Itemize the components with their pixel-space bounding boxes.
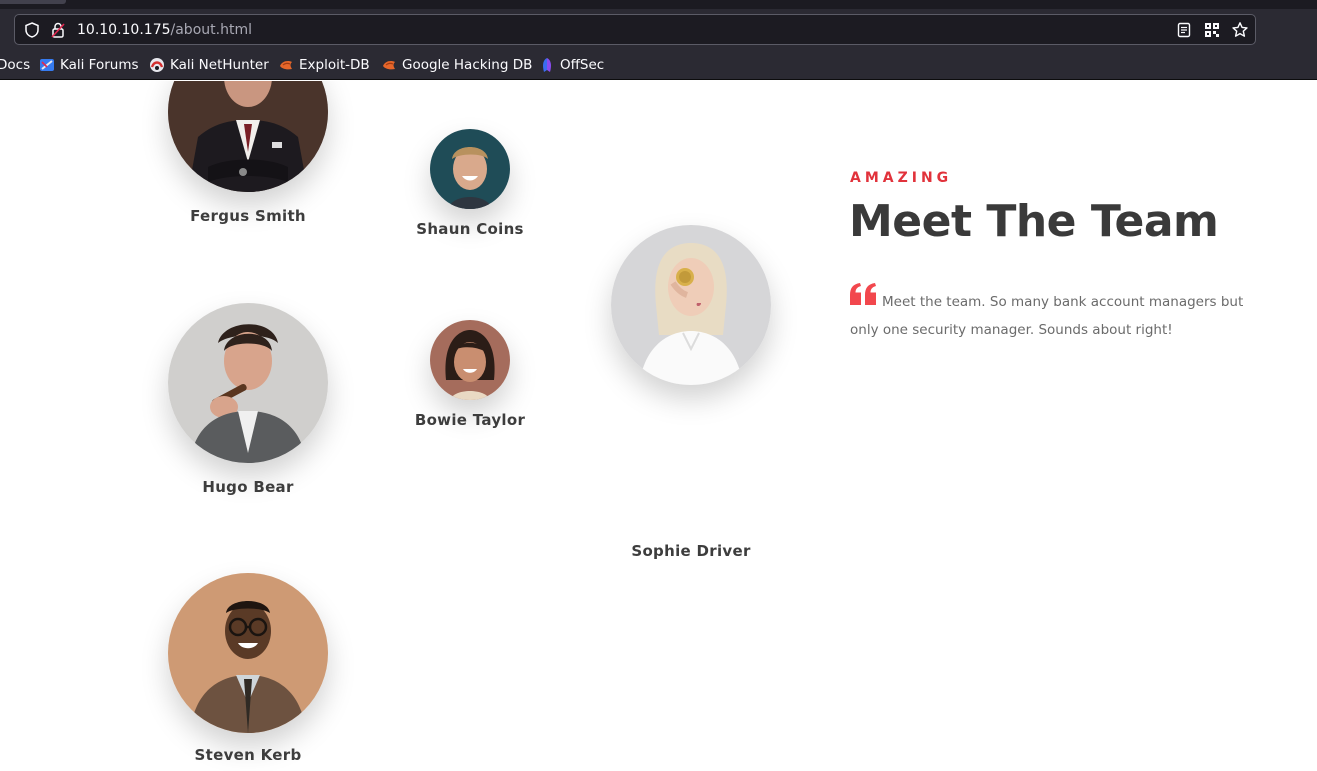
avatar [430, 320, 510, 400]
bookmark-kali-nethunter[interactable]: Kali NetHunter [149, 56, 269, 74]
bookmark-star-icon[interactable] [1231, 21, 1249, 39]
team-description: Meet the team. So many bank account mana… [850, 294, 1244, 338]
section-subheading: AMAZING [850, 170, 953, 186]
tracking-shield-icon[interactable] [23, 21, 41, 39]
team-member-steven-kerb: Steven Kerb [168, 573, 328, 771]
bookmarks-toolbar: Docs Kali Forums Kali NetHunter Exploit-… [0, 49, 1317, 80]
url-path: /about.html [170, 22, 252, 38]
member-name: Bowie Taylor [414, 411, 526, 429]
member-name: Steven Kerb [194, 746, 302, 764]
kali-nethunter-icon [150, 58, 164, 72]
bookmark-exploit-db[interactable]: Exploit-DB [278, 56, 370, 74]
url-text[interactable]: 10.10.10.175/about.html [77, 21, 252, 39]
bookmark-kali-forums[interactable]: Kali Forums [39, 56, 139, 74]
tab-strip [0, 0, 1317, 9]
bookmark-label: Kali NetHunter [170, 57, 269, 73]
avatar [168, 81, 328, 192]
avatar [168, 573, 328, 733]
member-name: Sophie Driver [631, 542, 751, 560]
bookmark-label: OffSec [560, 57, 605, 73]
bookmark-google-hacking-db[interactable]: Google Hacking DB [381, 56, 532, 74]
qr-code-icon[interactable] [1203, 21, 1221, 39]
avatar [611, 225, 771, 385]
address-bar[interactable]: 10.10.10.175/about.html [14, 14, 1256, 45]
team-member-bowie-taylor: Bowie Taylor [415, 320, 525, 440]
bookmark-label: Exploit-DB [299, 57, 370, 73]
avatar [430, 129, 510, 209]
avatar [168, 303, 328, 463]
active-tab[interactable] [0, 0, 66, 4]
bookmark-kali-docs[interactable]: Docs [0, 56, 30, 74]
bookmark-label: Docs [0, 57, 31, 73]
member-name: Fergus Smith [190, 207, 306, 225]
offsec-icon [543, 58, 551, 72]
bookmark-label: Google Hacking DB [402, 57, 533, 73]
browser-toolbar: 10.10.10.175/about.html [0, 9, 1317, 49]
member-name: Shaun Coins [416, 220, 524, 238]
team-member-fergus-smith: Fergus Smith [168, 81, 328, 232]
insecure-lock-icon[interactable] [49, 21, 67, 39]
about-page: Fergus Smith Shaun Coins Sophie Driver H… [0, 81, 1317, 771]
member-name: Hugo Bear [202, 478, 294, 496]
bookmark-offsec[interactable]: OffSec [539, 56, 604, 74]
kali-forums-icon [40, 59, 54, 71]
page-title: Meet The Team [849, 196, 1219, 247]
ghdb-icon [383, 61, 395, 70]
exploit-db-icon [280, 61, 292, 70]
team-member-shaun-coins: Shaun Coins [416, 129, 523, 249]
team-member-sophie-driver: Sophie Driver [611, 225, 771, 560]
bookmark-label: Kali Forums [60, 57, 139, 73]
reader-view-icon[interactable] [1175, 21, 1193, 39]
url-host: 10.10.10.175 [77, 22, 171, 38]
team-member-hugo-bear: Hugo Bear [168, 303, 328, 503]
